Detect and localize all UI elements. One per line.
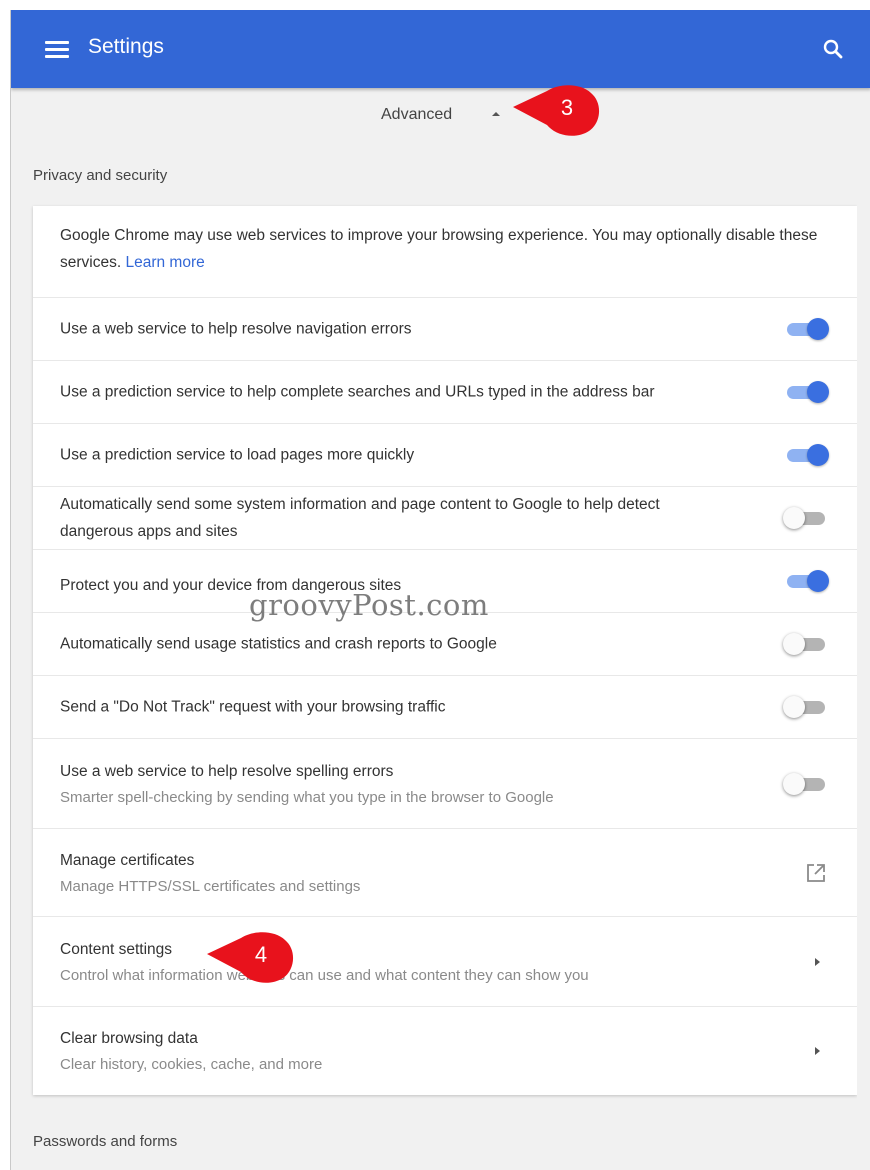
prediction-search-toggle[interactable] xyxy=(783,379,829,405)
content-settings-row[interactable]: Content settings Control what informatio… xyxy=(33,917,857,1007)
annotation-callout-3: 3 xyxy=(511,83,603,139)
hamburger-menu-icon[interactable] xyxy=(45,38,71,60)
learn-more-link[interactable]: Learn more xyxy=(125,254,204,271)
row-sublabel: Smarter spell-checking by sending what y… xyxy=(60,788,554,806)
clear-browsing-data-row[interactable]: Clear browsing data Clear history, cooki… xyxy=(33,1007,857,1095)
page-title: Settings xyxy=(88,35,164,58)
row-label: Content settings xyxy=(60,940,173,958)
usage-statistics-toggle[interactable] xyxy=(783,631,829,657)
scrollbar[interactable] xyxy=(857,88,870,1170)
annotation-number: 4 xyxy=(254,942,268,967)
row-label: Use a web service to help resolve naviga… xyxy=(60,320,412,338)
toggle-row-do-not-track[interactable]: Send a "Do Not Track" request with your … xyxy=(33,676,857,739)
chevron-right-icon[interactable] xyxy=(813,957,821,967)
chevron-right-icon[interactable] xyxy=(813,1046,821,1056)
toggle-row-prediction-search[interactable]: Use a prediction service to help complet… xyxy=(33,361,857,424)
row-label: Manage certificates xyxy=(60,851,195,869)
do-not-track-toggle[interactable] xyxy=(783,694,829,720)
privacy-intro: Google Chrome may use web services to im… xyxy=(33,206,857,298)
toggle-row-navigation-errors[interactable]: Use a web service to help resolve naviga… xyxy=(33,298,857,361)
toggle-row-system-info[interactable]: Automatically send some system informati… xyxy=(33,487,857,550)
search-icon[interactable] xyxy=(821,37,845,61)
advanced-toggle[interactable]: Advanced xyxy=(11,96,857,136)
arrow-up-icon xyxy=(492,112,500,116)
annotation-number: 3 xyxy=(560,95,574,120)
navigation-errors-toggle[interactable] xyxy=(783,316,829,342)
row-label: Use a prediction service to load pages m… xyxy=(60,446,415,464)
row-sublabel: Clear history, cookies, cache, and more xyxy=(60,1056,323,1073)
advanced-label: Advanced xyxy=(381,106,453,123)
manage-certificates-row[interactable]: Manage certificates Manage HTTPS/SSL cer… xyxy=(33,829,857,917)
row-label: Clear browsing data xyxy=(60,1030,198,1047)
row-label: Use a web service to help resolve spelli… xyxy=(60,762,394,780)
dangerous-sites-toggle[interactable] xyxy=(783,568,829,594)
settings-header: Settings xyxy=(11,10,870,88)
row-label: Automatically send usage statistics and … xyxy=(60,635,497,653)
row-sublabel: Control what information websites can us… xyxy=(60,966,589,984)
open-in-new-icon[interactable] xyxy=(805,862,827,884)
watermark: groovyPost.com xyxy=(249,588,489,622)
passwords-section-title: Passwords and forms xyxy=(33,1133,178,1150)
annotation-callout-4: 4 xyxy=(205,930,297,986)
toggle-row-usage-statistics[interactable]: Automatically send usage statistics and … xyxy=(33,613,857,676)
spelling-toggle[interactable] xyxy=(783,771,829,797)
toggle-row-prediction-load[interactable]: Use a prediction service to load pages m… xyxy=(33,424,857,487)
row-sublabel: Manage HTTPS/SSL certificates and settin… xyxy=(60,877,361,895)
row-label: Automatically send some system informati… xyxy=(60,496,660,540)
row-label: Use a prediction service to help complet… xyxy=(60,383,655,401)
prediction-load-toggle[interactable] xyxy=(783,442,829,468)
privacy-card: Google Chrome may use web services to im… xyxy=(33,206,857,1095)
toggle-row-spelling[interactable]: Use a web service to help resolve spelli… xyxy=(33,739,857,829)
privacy-section-title: Privacy and security xyxy=(33,167,168,184)
row-label: Send a "Do Not Track" request with your … xyxy=(60,698,446,716)
settings-window: Settings Advanced Privacy and security G… xyxy=(10,10,870,1170)
system-info-toggle[interactable] xyxy=(783,505,829,531)
